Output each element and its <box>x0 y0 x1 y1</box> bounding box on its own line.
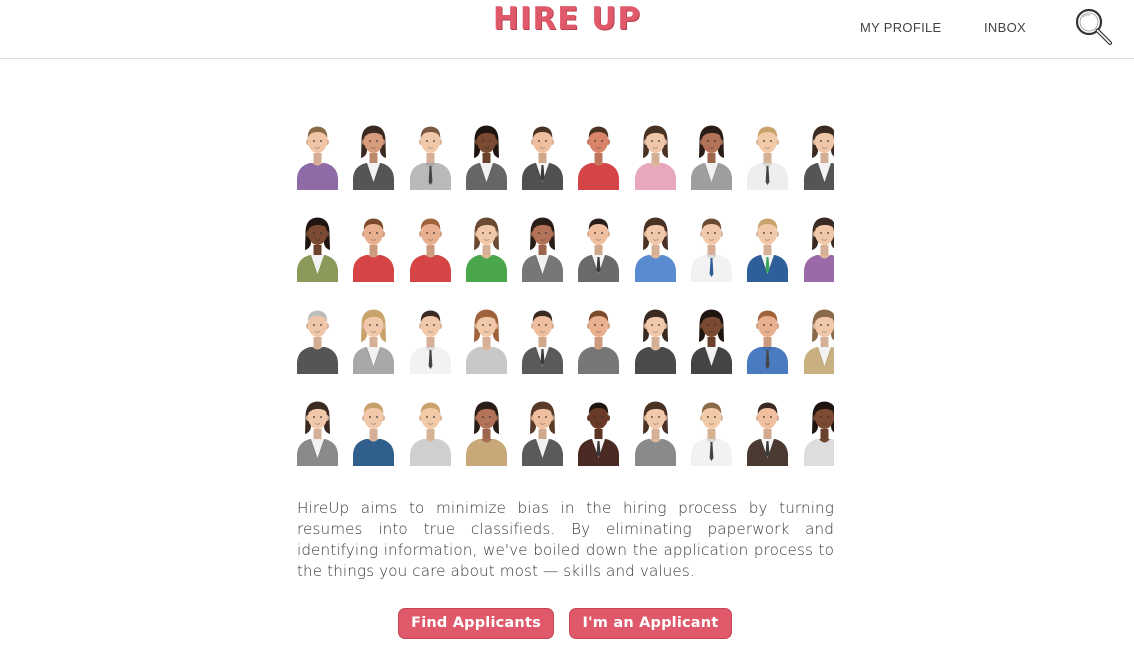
nav-my-profile[interactable]: MY PROFILE <box>860 20 942 35</box>
intro-text: HireUp aims to minimize bias in the hiri… <box>297 499 834 580</box>
avatar-person <box>522 120 564 190</box>
avatar-illustration <box>691 125 733 190</box>
avatar-illustration <box>747 126 789 190</box>
avatar-illustration <box>578 402 620 466</box>
avatar-person <box>465 304 507 374</box>
avatar-person <box>578 120 620 190</box>
avatar-illustration <box>522 401 564 466</box>
top-header: HIRE UP MY PROFILE INBOX <box>0 0 1134 59</box>
avatar-illustration <box>634 217 676 282</box>
avatar-illustration <box>297 401 338 466</box>
nav-inbox[interactable]: INBOX <box>984 20 1026 35</box>
avatar-person <box>353 396 395 466</box>
avatar-illustration <box>634 401 676 466</box>
avatar-illustration <box>353 309 395 374</box>
avatar-illustration <box>465 125 507 190</box>
avatar-illustration <box>465 217 507 282</box>
avatar-illustration <box>353 218 395 282</box>
avatar-illustration <box>297 126 338 190</box>
avatar-illustration <box>634 125 676 190</box>
avatar-person <box>353 212 395 282</box>
avatar-person <box>803 212 834 282</box>
avatar-person <box>409 396 451 466</box>
avatar-person <box>691 304 733 374</box>
avatar-person <box>803 120 834 190</box>
avatar-person <box>465 120 507 190</box>
avatar-person <box>634 304 676 374</box>
avatar-illustration <box>522 310 564 374</box>
avatar-person <box>297 120 338 190</box>
avatar-person <box>747 120 789 190</box>
avatar-illustration <box>522 217 564 282</box>
avatar-person <box>747 212 789 282</box>
avatar-illustration <box>578 310 620 374</box>
avatar-illustration <box>691 309 733 374</box>
avatar-illustration <box>353 402 395 466</box>
avatar-illustration <box>634 309 676 374</box>
avatar-illustration <box>522 126 564 190</box>
avatar-illustration <box>578 126 620 190</box>
avatar-person <box>578 396 620 466</box>
avatar-illustration <box>691 402 733 466</box>
avatar-person <box>803 304 834 374</box>
avatar-person <box>747 396 789 466</box>
avatar-illustration <box>747 310 789 374</box>
avatar-person <box>465 396 507 466</box>
avatar-person <box>578 304 620 374</box>
avatar-person <box>634 396 676 466</box>
avatar-person <box>691 212 733 282</box>
avatar-person <box>803 396 834 466</box>
avatar-person <box>465 212 507 282</box>
avatar-person <box>634 212 676 282</box>
avatar-person <box>747 304 789 374</box>
avatar-illustration <box>747 402 789 466</box>
avatar-illustration <box>409 126 451 190</box>
avatar-person <box>578 212 620 282</box>
avatar-person <box>297 212 338 282</box>
avatar-illustration <box>803 401 834 466</box>
avatar-person <box>522 396 564 466</box>
avatar-illustration <box>803 309 834 374</box>
avatar-illustration <box>691 218 733 282</box>
avatar-illustration <box>465 309 507 374</box>
avatar-person <box>634 120 676 190</box>
avatar-person <box>353 120 395 190</box>
avatar-illustration <box>747 218 789 282</box>
avatar-person <box>409 120 451 190</box>
search-icon[interactable] <box>1072 6 1114 48</box>
im-an-applicant-button[interactable]: I'm an Applicant <box>569 608 732 639</box>
avatar-illustration <box>803 217 834 282</box>
avatar-illustration <box>465 401 507 466</box>
avatar-person <box>691 120 733 190</box>
avatar-person <box>353 304 395 374</box>
avatar-illustration <box>578 218 620 282</box>
avatar-person <box>409 212 451 282</box>
avatar-person <box>297 304 338 374</box>
avatar-person <box>522 304 564 374</box>
avatar-person <box>297 396 338 466</box>
avatar-illustration <box>409 310 451 374</box>
avatar-person <box>522 212 564 282</box>
site-logo[interactable]: HIRE UP <box>0 1 1134 37</box>
avatar-grid <box>297 120 834 466</box>
avatar-illustration <box>409 402 451 466</box>
avatar-illustration <box>353 125 395 190</box>
avatar-illustration <box>297 217 338 282</box>
avatar-illustration <box>409 218 451 282</box>
find-applicants-button[interactable]: Find Applicants <box>398 608 554 639</box>
avatar-illustration <box>297 310 338 374</box>
avatar-person <box>691 396 733 466</box>
avatar-person <box>409 304 451 374</box>
avatar-illustration <box>803 125 834 190</box>
